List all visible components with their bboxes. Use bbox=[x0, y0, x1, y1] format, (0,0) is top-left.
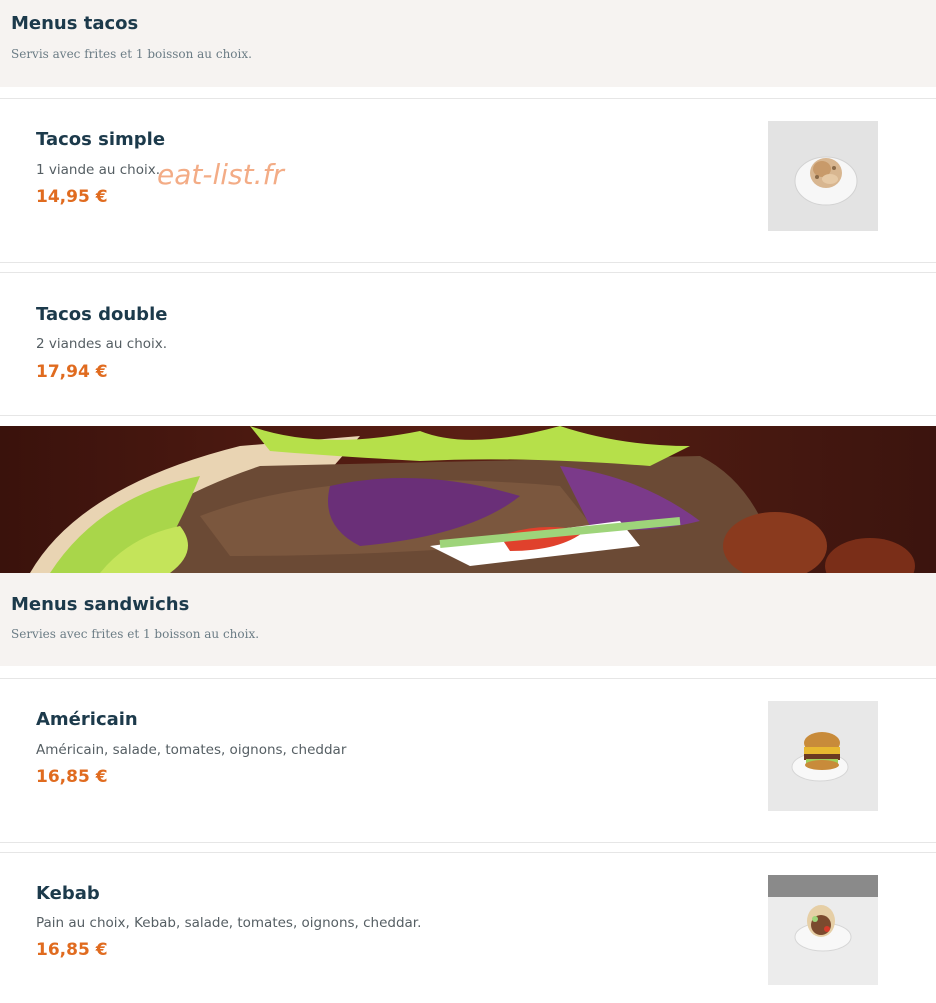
item-name: Tacos simple bbox=[36, 129, 166, 150]
watermark-text: eat-list.fr bbox=[157, 158, 284, 191]
item-description: 1 viande au choix. bbox=[36, 162, 161, 178]
divider bbox=[0, 842, 936, 843]
item-price: 17,94 € bbox=[36, 362, 108, 382]
menu-item-americain[interactable]: Américain Américain, salade, tomates, oi… bbox=[0, 679, 936, 842]
menu-item-kebab[interactable]: Kebab Pain au choix, Kebab, salade, toma… bbox=[0, 853, 936, 1003]
section-title: Menus sandwichs bbox=[11, 594, 190, 615]
kebab-banner-photo bbox=[0, 426, 936, 573]
section-header-sandwichs: Menus sandwichs Servies avec frites et 1… bbox=[0, 573, 936, 666]
section-title: Menus tacos bbox=[11, 13, 139, 34]
item-description: Pain au choix, Kebab, salade, tomates, o… bbox=[36, 915, 422, 931]
section-subtitle: Servies avec frites et 1 boisson au choi… bbox=[11, 627, 260, 641]
divider bbox=[0, 262, 936, 263]
divider bbox=[0, 415, 936, 416]
tacos-plate-photo[interactable] bbox=[768, 121, 878, 231]
burger-plate-photo[interactable] bbox=[768, 701, 878, 811]
item-price: 16,85 € bbox=[36, 940, 108, 960]
menu-item-tacos-double[interactable]: Tacos double 2 viandes au choix. 17,94 € bbox=[0, 273, 936, 415]
item-name: Américain bbox=[36, 709, 138, 730]
item-price: 16,85 € bbox=[36, 767, 108, 787]
item-name: Kebab bbox=[36, 883, 100, 904]
item-description: 2 viandes au choix. bbox=[36, 336, 168, 352]
item-description: Américain, salade, tomates, oignons, che… bbox=[36, 742, 347, 758]
item-name: Tacos double bbox=[36, 304, 168, 325]
menu-item-tacos-simple[interactable]: Tacos simple 1 viande au choix. 14,95 € bbox=[0, 99, 936, 262]
kebab-plate-photo[interactable] bbox=[768, 875, 878, 985]
item-price: 14,95 € bbox=[36, 187, 108, 207]
section-subtitle: Servis avec frites et 1 boisson au choix… bbox=[11, 47, 252, 61]
section-header-tacos: Menus tacos Servis avec frites et 1 bois… bbox=[0, 0, 936, 87]
